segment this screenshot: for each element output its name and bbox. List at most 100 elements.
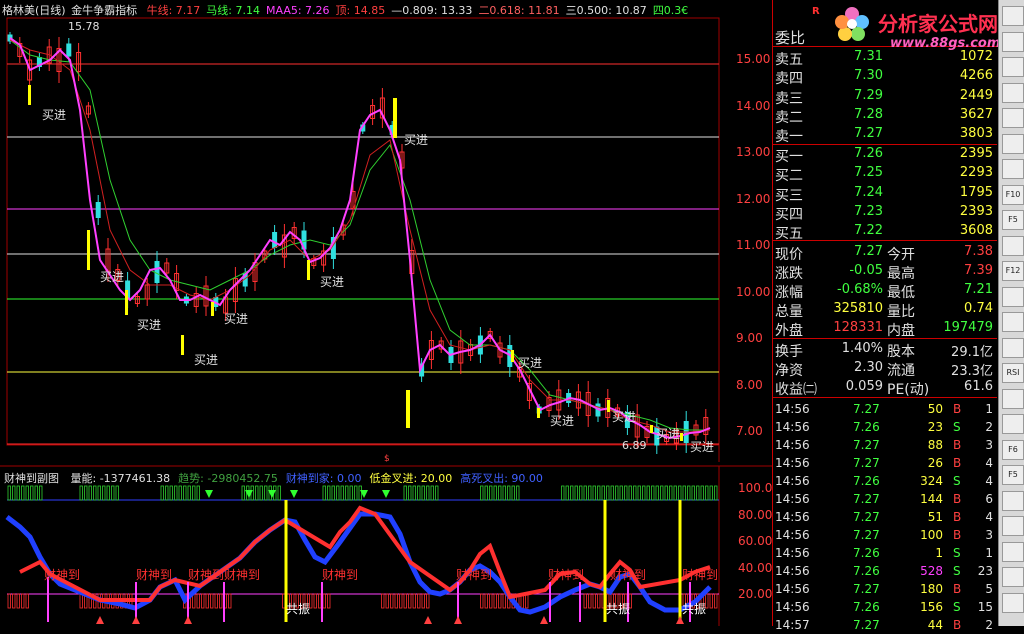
quote-price: 7.26 [854,146,883,161]
price-header-item: 二0.618: 11.81 [478,4,560,17]
toolbar-button[interactable] [1002,108,1024,128]
tick-row: 14:56 7.27 51 B 4 [773,508,997,526]
tick-count: 2 [985,420,993,434]
tick-count: 23 [977,564,993,578]
toolbar-button[interactable] [1002,57,1024,77]
stat-name: 最高 [887,266,915,282]
toolbar-button[interactable] [1002,133,1024,154]
toolbar-button[interactable] [1002,312,1024,332]
price-axis-label: 10.00 [736,284,771,299]
quote-price: 7.30 [854,68,883,84]
toolbar-button[interactable]: F10 [1002,184,1024,205]
indicator-chart[interactable] [0,462,772,626]
tick-time: 14:56 [775,438,810,452]
price-axis-label: 8.00 [736,377,763,392]
stat-name: 外盘 [775,323,803,339]
toolbar-button[interactable]: RSI [1002,363,1024,383]
indicator-axis-label: 60.00 [738,534,773,548]
tick-price: 7.27 [853,510,880,524]
toolbar-button[interactable] [1002,388,1024,409]
stat-value: 7.39 [964,263,993,278]
indicator-header-item: 量能: -1377461.38 [70,472,171,485]
quote-volume: 2393 [959,203,993,219]
stat-value: 1.40% [841,341,883,356]
price-axis-label: 15.00 [736,52,771,66]
quote-name: 买二 [775,168,803,185]
tick-direction: B [953,492,962,506]
indicator-header-item: 趋势: -2980452.75 [178,472,278,485]
price-header-item: 顶: 14.85 [335,4,386,17]
tick-direction: S [953,600,961,614]
toolbar-button[interactable] [1002,592,1024,613]
caishen-label: 财神到 [224,568,261,582]
toolbar-button[interactable]: F6 [1002,439,1024,460]
tick-time: 14:56 [775,474,810,488]
toolbar-button[interactable]: F5 [1002,210,1024,230]
tick-price: 7.26 [853,474,880,488]
caishen-label: 财神到 [136,568,173,582]
buy-row: 买三 7.24 1795 [773,184,997,204]
candle-body [95,202,101,218]
toolbar-button[interactable] [1002,337,1024,358]
tick-volume: 51 [927,510,943,524]
toolbar-button[interactable] [1002,414,1024,434]
gongzhen-label: 共振 [286,602,311,616]
sell-row: 卖四 7.30 4266 [773,67,997,88]
buy-label: 买进 [690,440,715,454]
quote-name: 卖四 [775,71,803,88]
buy-label: 买进 [100,270,125,284]
quote-price: 7.27 [854,126,883,142]
quote-name: 买三 [775,187,803,204]
caishen-label: 财神到 [610,568,647,582]
toolbar-button[interactable]: F12 [1002,261,1024,281]
toolbar-button[interactable] [1002,567,1024,587]
indicator-title: 财神到副图 [4,472,59,485]
toolbar-button[interactable] [1002,82,1024,103]
tick-time: 14:56 [775,600,810,614]
quote-name: 买四 [775,206,803,223]
toolbar-button[interactable] [1002,31,1024,52]
quote-name: 卖五 [775,52,803,68]
site-logo: R 分析家公式网 www.88gs.com [812,4,1022,56]
toolbar-button[interactable] [1002,235,1024,256]
price-chart[interactable] [0,0,772,462]
toolbar-button[interactable] [1002,6,1024,26]
toolbar-button[interactable] [1002,541,1024,562]
tick-price: 7.26 [853,600,880,614]
quote-volume: 3608 [959,223,993,239]
toolbar-button[interactable] [1002,159,1024,179]
tick-price: 7.27 [853,402,880,416]
stat-row: 现价 7.27 今开 7.38 [773,243,997,263]
caishen-label: 财神到 [456,568,493,582]
tick-direction: B [953,402,962,416]
stat-row: 收益㈡ 0.059 PE(动) 61.6 [773,378,997,398]
toolbar-button[interactable] [1002,490,1024,511]
price-header: 格林美(日线) 金牛争霸指标 牛线: 7.17 马线: 7.14 MAA5: 7.2… [2,2,688,18]
tick-price: 7.27 [853,582,880,596]
toolbar-button[interactable] [1002,516,1024,536]
stat-value: 7.38 [964,244,993,259]
stat-value: 23.3亿 [951,364,993,379]
tick-count: 4 [985,474,993,488]
tick-volume: 26 [927,456,943,470]
stat-name: 涨幅 [775,285,803,301]
stat-name: 今开 [887,247,915,263]
tick-row: 14:56 7.27 144 B 6 [773,490,997,508]
tick-count: 4 [985,510,993,524]
price-axis-label: 7.00 [736,424,763,439]
quote-price: 7.28 [854,106,883,122]
price-axis-label: 12.00 [736,191,771,206]
quote-name: 买一 [775,149,803,165]
indicator-axis-label: 20.00 [738,587,773,601]
toolbar-button[interactable]: F5 [1002,465,1024,485]
tick-time: 14:56 [775,582,810,596]
tick-count: 4 [985,456,993,470]
quote-volume: 2293 [959,165,993,181]
indicator-header-item: 高死叉出: 90.00 [460,472,543,485]
gongzhen-label: 共振 [606,602,631,616]
toolbar-button[interactable] [1002,286,1024,307]
tick-volume: 23 [927,420,943,434]
quote-volume: 2395 [959,146,993,161]
stat-value: 7.27 [854,244,883,259]
tick-volume: 180 [920,582,943,596]
